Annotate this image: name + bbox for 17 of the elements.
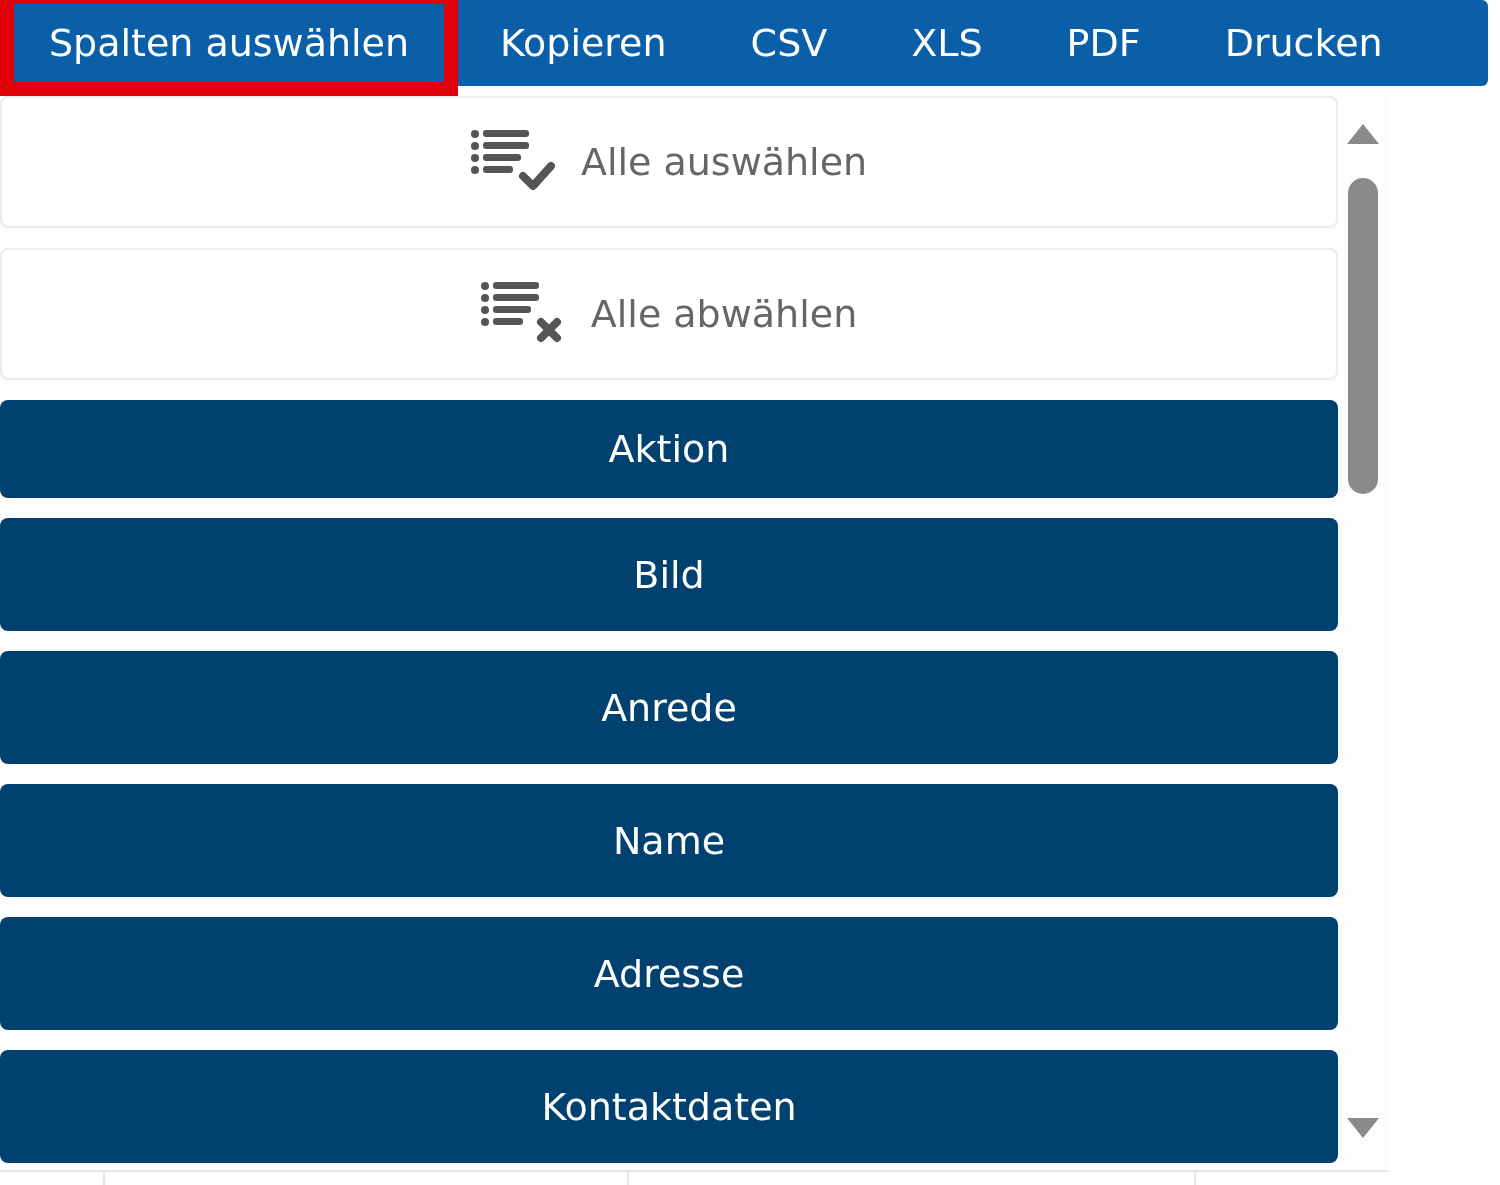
toolbar-button[interactable]: Kopieren [458,0,709,86]
menu-button[interactable]: Alle auswählen [0,96,1338,228]
scrollbar-thumb[interactable] [1348,178,1378,494]
scroll-down-icon[interactable] [1347,1118,1379,1138]
scroll-up-icon[interactable] [1347,124,1379,144]
column-toggle[interactable]: Aktion [0,400,1338,498]
column-toggle[interactable]: Adresse [0,917,1338,1030]
toolbar-button[interactable]: XLS [869,0,1025,86]
column-toggle[interactable]: Anrede [0,651,1338,764]
toolbar-button[interactable]: Spalten auswählen [0,0,458,96]
column-toggle[interactable]: Name [0,784,1338,897]
menu-button[interactable]: Alle abwählen [0,248,1338,380]
column-toggle[interactable]: Bild [0,518,1338,631]
toolbar-button[interactable]: PDF [1024,0,1183,86]
toolbar-button[interactable]: CSV [708,0,870,86]
column-toggle[interactable]: Kontaktdaten [0,1050,1338,1163]
toolbar-button[interactable]: Drucken [1182,0,1425,86]
